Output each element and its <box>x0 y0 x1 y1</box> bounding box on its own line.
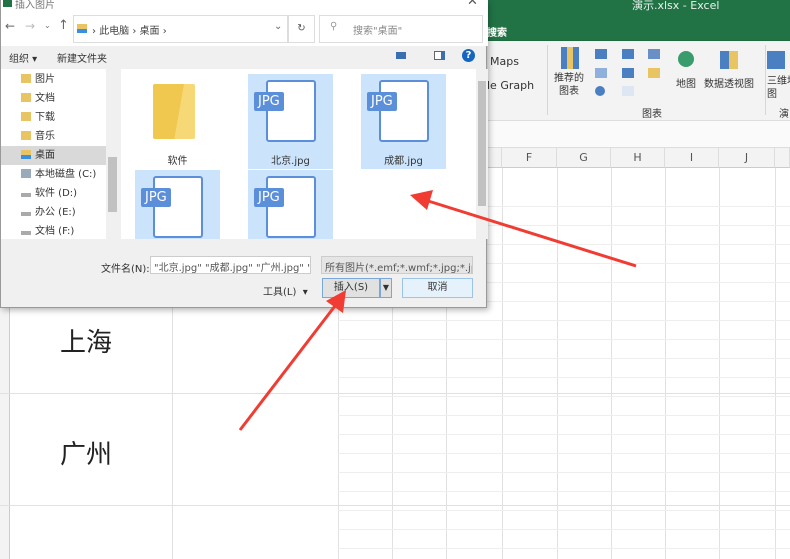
arrow-to-files <box>410 190 637 268</box>
annotation-arrows <box>238 190 637 431</box>
arrow-to-insert-button <box>238 290 346 431</box>
